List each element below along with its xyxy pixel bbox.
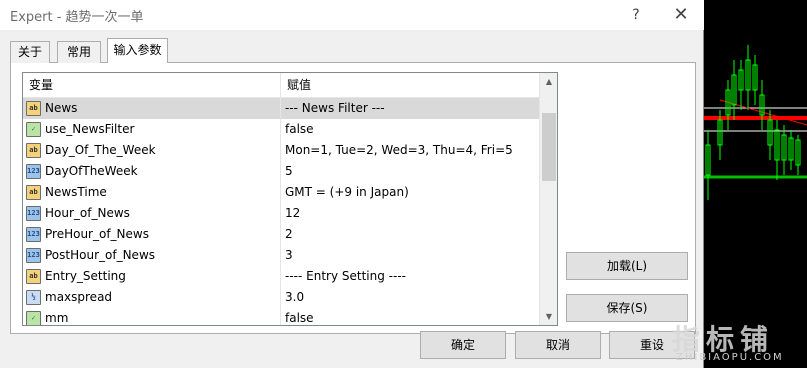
string-type-icon: ab xyxy=(26,143,41,158)
value-cell[interactable]: GMT = (+9 in Japan) xyxy=(281,182,539,203)
variable-name: NewsTime xyxy=(45,185,107,199)
value-cell[interactable]: false xyxy=(281,308,539,325)
string-type-icon: ab xyxy=(26,185,41,200)
grid-header: 变量 赋值 xyxy=(23,73,539,98)
help-button[interactable]: ? xyxy=(622,2,650,28)
tab-common[interactable]: 常用 xyxy=(57,41,101,63)
variable-name: Entry_Setting xyxy=(45,269,126,283)
string-type-icon: ab xyxy=(26,269,41,284)
variable-name: Hour_of_News xyxy=(45,206,130,220)
variable-cell: 123 Hour_of_News xyxy=(23,203,281,224)
variable-name: Day_Of_The_Week xyxy=(45,143,156,157)
table-row[interactable]: 123 Hour_of_News 12 xyxy=(23,203,539,224)
value-cell[interactable]: 12 xyxy=(281,203,539,224)
integer-type-icon: 123 xyxy=(26,164,41,179)
variable-cell: 123 DayOfTheWeek xyxy=(23,161,281,182)
load-button[interactable]: 加载(L) xyxy=(566,252,688,280)
column-header-value[interactable]: 赋值 xyxy=(281,73,539,98)
variable-name: use_NewsFilter xyxy=(45,122,135,136)
value-cell[interactable]: Mon=1, Tue=2, Wed=3, Thu=4, Fri=5 xyxy=(281,140,539,161)
boolean-type-icon: ✓ xyxy=(26,122,41,137)
variable-name: mm xyxy=(45,311,69,325)
variable-cell: 123 PostHour_of_News xyxy=(23,245,281,266)
value-cell[interactable]: --- News Filter --- xyxy=(281,98,539,119)
boolean-type-icon: ✓ xyxy=(26,311,41,325)
scroll-thumb[interactable] xyxy=(542,113,556,181)
variable-cell: ab News xyxy=(23,98,281,119)
value-cell[interactable]: 3 xyxy=(281,245,539,266)
variable-name: PreHour_of_News xyxy=(45,227,149,241)
integer-type-icon: 123 xyxy=(26,248,41,263)
variable-name: News xyxy=(45,101,78,115)
price-chart-background xyxy=(700,0,807,368)
table-row[interactable]: ✓ mm false xyxy=(23,308,539,325)
column-header-variable[interactable]: 变量 xyxy=(23,73,281,98)
tab-about[interactable]: 关于 xyxy=(10,41,50,63)
value-cell[interactable]: 3.0 xyxy=(281,287,539,308)
watermark-url: ZHIBIAOPU.COM xyxy=(676,352,784,363)
string-type-icon: ab xyxy=(26,101,41,116)
save-button[interactable]: 保存(S) xyxy=(566,294,688,322)
close-button[interactable]: ✕ xyxy=(666,2,696,28)
table-row[interactable]: 123 PostHour_of_News 3 xyxy=(23,245,539,266)
title-bar: Expert - 趋势一次一单 ? ✕ xyxy=(0,0,704,30)
variable-cell: ½ maxspread xyxy=(23,287,281,308)
variable-cell: ab NewsTime xyxy=(23,182,281,203)
value-cell[interactable]: 5 xyxy=(281,161,539,182)
variable-name: DayOfTheWeek xyxy=(45,164,138,178)
double-type-icon: ½ xyxy=(26,290,41,305)
value-cell[interactable]: ---- Entry Setting ---- xyxy=(281,266,539,287)
variable-cell: ✓ mm xyxy=(23,308,281,325)
window-title: Expert - 趋势一次一单 xyxy=(10,10,144,25)
vertical-scrollbar[interactable]: ▲ ▼ xyxy=(539,73,557,325)
cancel-button[interactable]: 取消 xyxy=(515,331,601,359)
variable-name: maxspread xyxy=(45,290,113,304)
parameters-grid: 变量 赋值 ab News --- News Filter --- ✓ use_News… xyxy=(22,72,558,326)
scroll-down-arrow-icon[interactable]: ▼ xyxy=(540,308,557,325)
table-row[interactable]: ab NewsTime GMT = (+9 in Japan) xyxy=(23,182,539,203)
candlestick-chart xyxy=(700,45,807,200)
table-row[interactable]: ab News --- News Filter --- xyxy=(23,98,539,119)
variable-cell: ab Entry_Setting xyxy=(23,266,281,287)
variable-cell: ✓ use_NewsFilter xyxy=(23,119,281,140)
parameter-rows: ab News --- News Filter --- ✓ use_NewsFilter… xyxy=(23,98,539,325)
table-row[interactable]: ab Entry_Setting ---- Entry Setting ---- xyxy=(23,266,539,287)
scroll-up-arrow-icon[interactable]: ▲ xyxy=(540,73,557,90)
integer-type-icon: 123 xyxy=(26,227,41,242)
variable-cell: ab Day_Of_The_Week xyxy=(23,140,281,161)
variable-cell: 123 PreHour_of_News xyxy=(23,224,281,245)
value-cell[interactable]: false xyxy=(281,119,539,140)
table-row[interactable]: ab Day_Of_The_Week Mon=1, Tue=2, Wed=3, Th… xyxy=(23,140,539,161)
variable-name: PostHour_of_News xyxy=(45,248,156,262)
integer-type-icon: 123 xyxy=(26,206,41,221)
table-row[interactable]: 123 DayOfTheWeek 5 xyxy=(23,161,539,182)
table-row[interactable]: ½ maxspread 3.0 xyxy=(23,287,539,308)
expert-properties-dialog: Expert - 趋势一次一单 ? ✕ 关于 常用 输入参数 变量 赋值 ab N… xyxy=(0,0,704,368)
value-cell[interactable]: 2 xyxy=(281,224,539,245)
tab-input-parameters[interactable]: 输入参数 xyxy=(107,38,168,63)
ok-button[interactable]: 确定 xyxy=(420,331,506,359)
table-row[interactable]: 123 PreHour_of_News 2 xyxy=(23,224,539,245)
table-row[interactable]: ✓ use_NewsFilter false xyxy=(23,119,539,140)
